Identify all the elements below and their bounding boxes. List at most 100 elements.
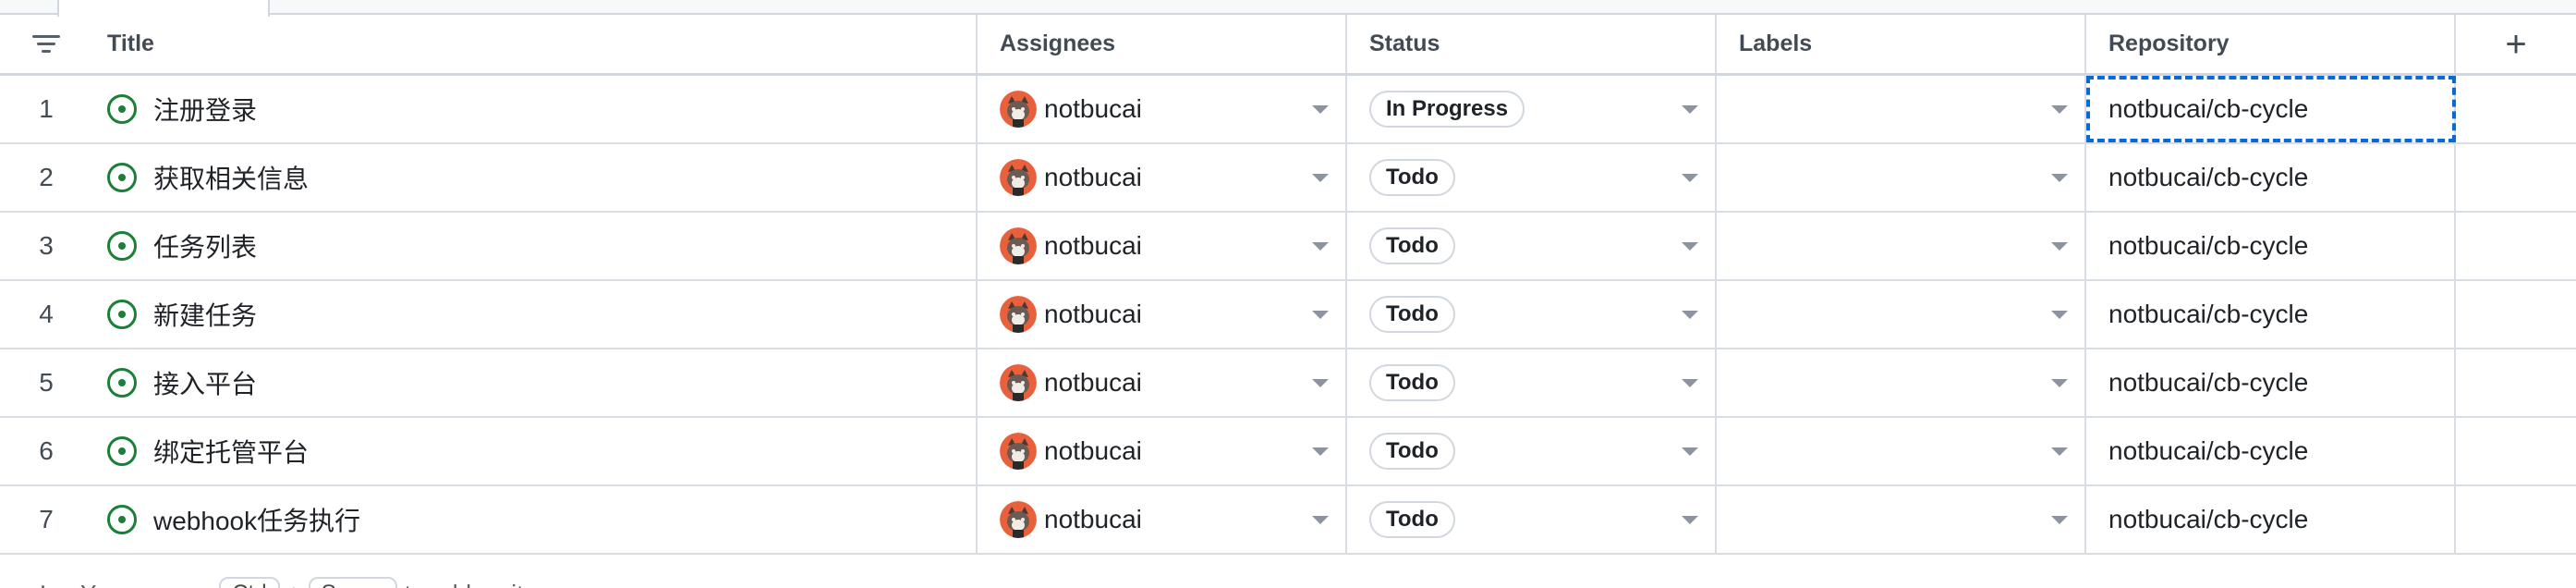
add-field-button[interactable]: + (2456, 15, 2576, 73)
column-header-repository[interactable]: Repository (2086, 15, 2456, 73)
chevron-down-icon[interactable] (2051, 447, 2068, 456)
column-header-labels[interactable]: Labels (1717, 15, 2086, 73)
status-cell[interactable]: In Progress (1347, 76, 1717, 142)
table-row[interactable]: 3 任务列表 notbucai Todo notbucai/cb-cycle (0, 213, 2576, 281)
chevron-down-icon[interactable] (1312, 105, 1329, 114)
repository-cell[interactable]: notbucai/cb-cycle (2086, 349, 2456, 416)
status-cell[interactable]: Todo (1347, 144, 1717, 211)
avatar (1000, 227, 1037, 264)
row-number-cell[interactable]: 5 (0, 349, 92, 416)
title-cell[interactable]: 新建任务 (92, 281, 978, 348)
chevron-down-icon[interactable] (1682, 379, 1698, 387)
repository-cell[interactable]: notbucai/cb-cycle (2086, 144, 2456, 211)
chevron-down-icon[interactable] (1312, 311, 1329, 319)
column-header-title[interactable]: Title (92, 15, 978, 73)
labels-cell[interactable] (1717, 418, 2086, 484)
table-row[interactable]: 1 注册登录 notbucai In Progress notbucai/cb-… (0, 76, 2576, 144)
chevron-down-icon[interactable] (2051, 242, 2068, 251)
item-title-link[interactable]: 任务列表 (153, 227, 257, 264)
labels-cell[interactable] (1717, 486, 2086, 553)
chevron-down-icon[interactable] (1312, 516, 1329, 524)
issue-opened-icon (107, 368, 137, 398)
row-number-cell[interactable]: 7 (0, 486, 92, 553)
chevron-down-icon[interactable] (2051, 379, 2068, 387)
title-cell[interactable]: 任务列表 (92, 213, 978, 279)
column-header-assignees[interactable]: Assignees (978, 15, 1347, 73)
status-cell[interactable]: Todo (1347, 281, 1717, 348)
title-cell[interactable]: 注册登录 (92, 76, 978, 142)
chevron-down-icon[interactable] (1312, 174, 1329, 182)
repository-cell[interactable]: notbucai/cb-cycle (2086, 281, 2456, 348)
item-title-link[interactable]: webhook任务执行 (153, 501, 360, 538)
labels-cell[interactable] (1717, 76, 2086, 142)
chevron-down-icon[interactable] (1682, 311, 1698, 319)
status-cell[interactable]: Todo (1347, 486, 1717, 553)
chevron-down-icon[interactable] (1312, 242, 1329, 251)
chevron-down-icon[interactable] (2051, 311, 2068, 319)
assignee-name: notbucai (1044, 368, 1142, 397)
table-row[interactable]: 4 新建任务 notbucai Todo notbucai/cb-cycle (0, 281, 2576, 349)
row-number-cell[interactable]: 2 (0, 144, 92, 211)
row-number-cell[interactable]: 1 (0, 76, 92, 142)
title-cell[interactable]: webhook任务执行 (92, 486, 978, 553)
status-cell[interactable]: Todo (1347, 349, 1717, 416)
title-cell[interactable]: 获取相关信息 (92, 144, 978, 211)
issue-opened-icon (107, 300, 137, 329)
row-number-cell[interactable]: 6 (0, 418, 92, 484)
status-badge: Todo (1369, 364, 1455, 401)
status-badge: In Progress (1369, 91, 1525, 128)
chevron-down-icon[interactable] (1312, 447, 1329, 456)
title-cell[interactable]: 绑定托管平台 (92, 418, 978, 484)
column-header-status[interactable]: Status (1347, 15, 1717, 73)
chevron-down-icon[interactable] (1682, 174, 1698, 182)
chevron-down-icon[interactable] (2051, 105, 2068, 114)
item-title-link[interactable]: 接入平台 (153, 364, 257, 401)
empty-cell (2456, 486, 2576, 553)
item-title-link[interactable]: 新建任务 (153, 296, 257, 333)
labels-cell[interactable] (1717, 281, 2086, 348)
item-title-link[interactable]: 绑定托管平台 (153, 433, 309, 470)
table-row[interactable]: 7 webhook任务执行 notbucai Todo notbucai/cb-… (0, 486, 2576, 555)
add-item-button[interactable]: + (33, 574, 53, 588)
table-row[interactable]: 2 获取相关信息 notbucai Todo notbucai/cb-cycle (0, 144, 2576, 213)
title-cell[interactable]: 接入平台 (92, 349, 978, 416)
assignees-cell[interactable]: notbucai (978, 281, 1347, 348)
chevron-down-icon[interactable] (2051, 174, 2068, 182)
row-number-cell[interactable]: 4 (0, 281, 92, 348)
view-tab-strip (0, 0, 2576, 17)
chevron-down-icon[interactable] (1682, 105, 1698, 114)
repository-cell[interactable]: notbucai/cb-cycle (2086, 486, 2456, 553)
table-row[interactable]: 6 绑定托管平台 notbucai Todo notbucai/cb-cycle (0, 418, 2576, 486)
assignees-cell[interactable]: notbucai (978, 418, 1347, 484)
empty-cell (2456, 418, 2576, 484)
column-options-button[interactable] (0, 15, 92, 73)
labels-cell[interactable] (1717, 213, 2086, 279)
status-badge: Todo (1369, 227, 1455, 264)
item-title-link[interactable]: 获取相关信息 (153, 159, 309, 196)
chevron-down-icon[interactable] (1682, 516, 1698, 524)
assignees-cell[interactable]: notbucai (978, 213, 1347, 279)
assignees-cell[interactable]: notbucai (978, 144, 1347, 211)
repository-value: notbucai/cb-cycle (2108, 368, 2309, 397)
chevron-down-icon[interactable] (1682, 242, 1698, 251)
plus-icon: + (2505, 23, 2527, 65)
row-number-cell[interactable]: 3 (0, 213, 92, 279)
chevron-down-icon[interactable] (1312, 379, 1329, 387)
repository-cell-focused[interactable]: notbucai/cb-cycle (2086, 76, 2456, 142)
labels-cell[interactable] (1717, 349, 2086, 416)
item-title-link[interactable]: 注册登录 (153, 91, 257, 128)
issue-opened-icon (107, 505, 137, 534)
assignees-cell[interactable]: notbucai (978, 349, 1347, 416)
status-badge: Todo (1369, 296, 1455, 333)
assignees-cell[interactable]: notbucai (978, 486, 1347, 553)
status-cell[interactable]: Todo (1347, 213, 1717, 279)
chevron-down-icon[interactable] (1682, 447, 1698, 456)
issue-opened-icon (107, 163, 137, 192)
repository-cell[interactable]: notbucai/cb-cycle (2086, 213, 2456, 279)
labels-cell[interactable] (1717, 144, 2086, 211)
chevron-down-icon[interactable] (2051, 516, 2068, 524)
repository-cell[interactable]: notbucai/cb-cycle (2086, 418, 2456, 484)
assignees-cell[interactable]: notbucai (978, 76, 1347, 142)
table-row[interactable]: 5 接入平台 notbucai Todo notbucai/cb-cycle (0, 349, 2576, 418)
status-cell[interactable]: Todo (1347, 418, 1717, 484)
